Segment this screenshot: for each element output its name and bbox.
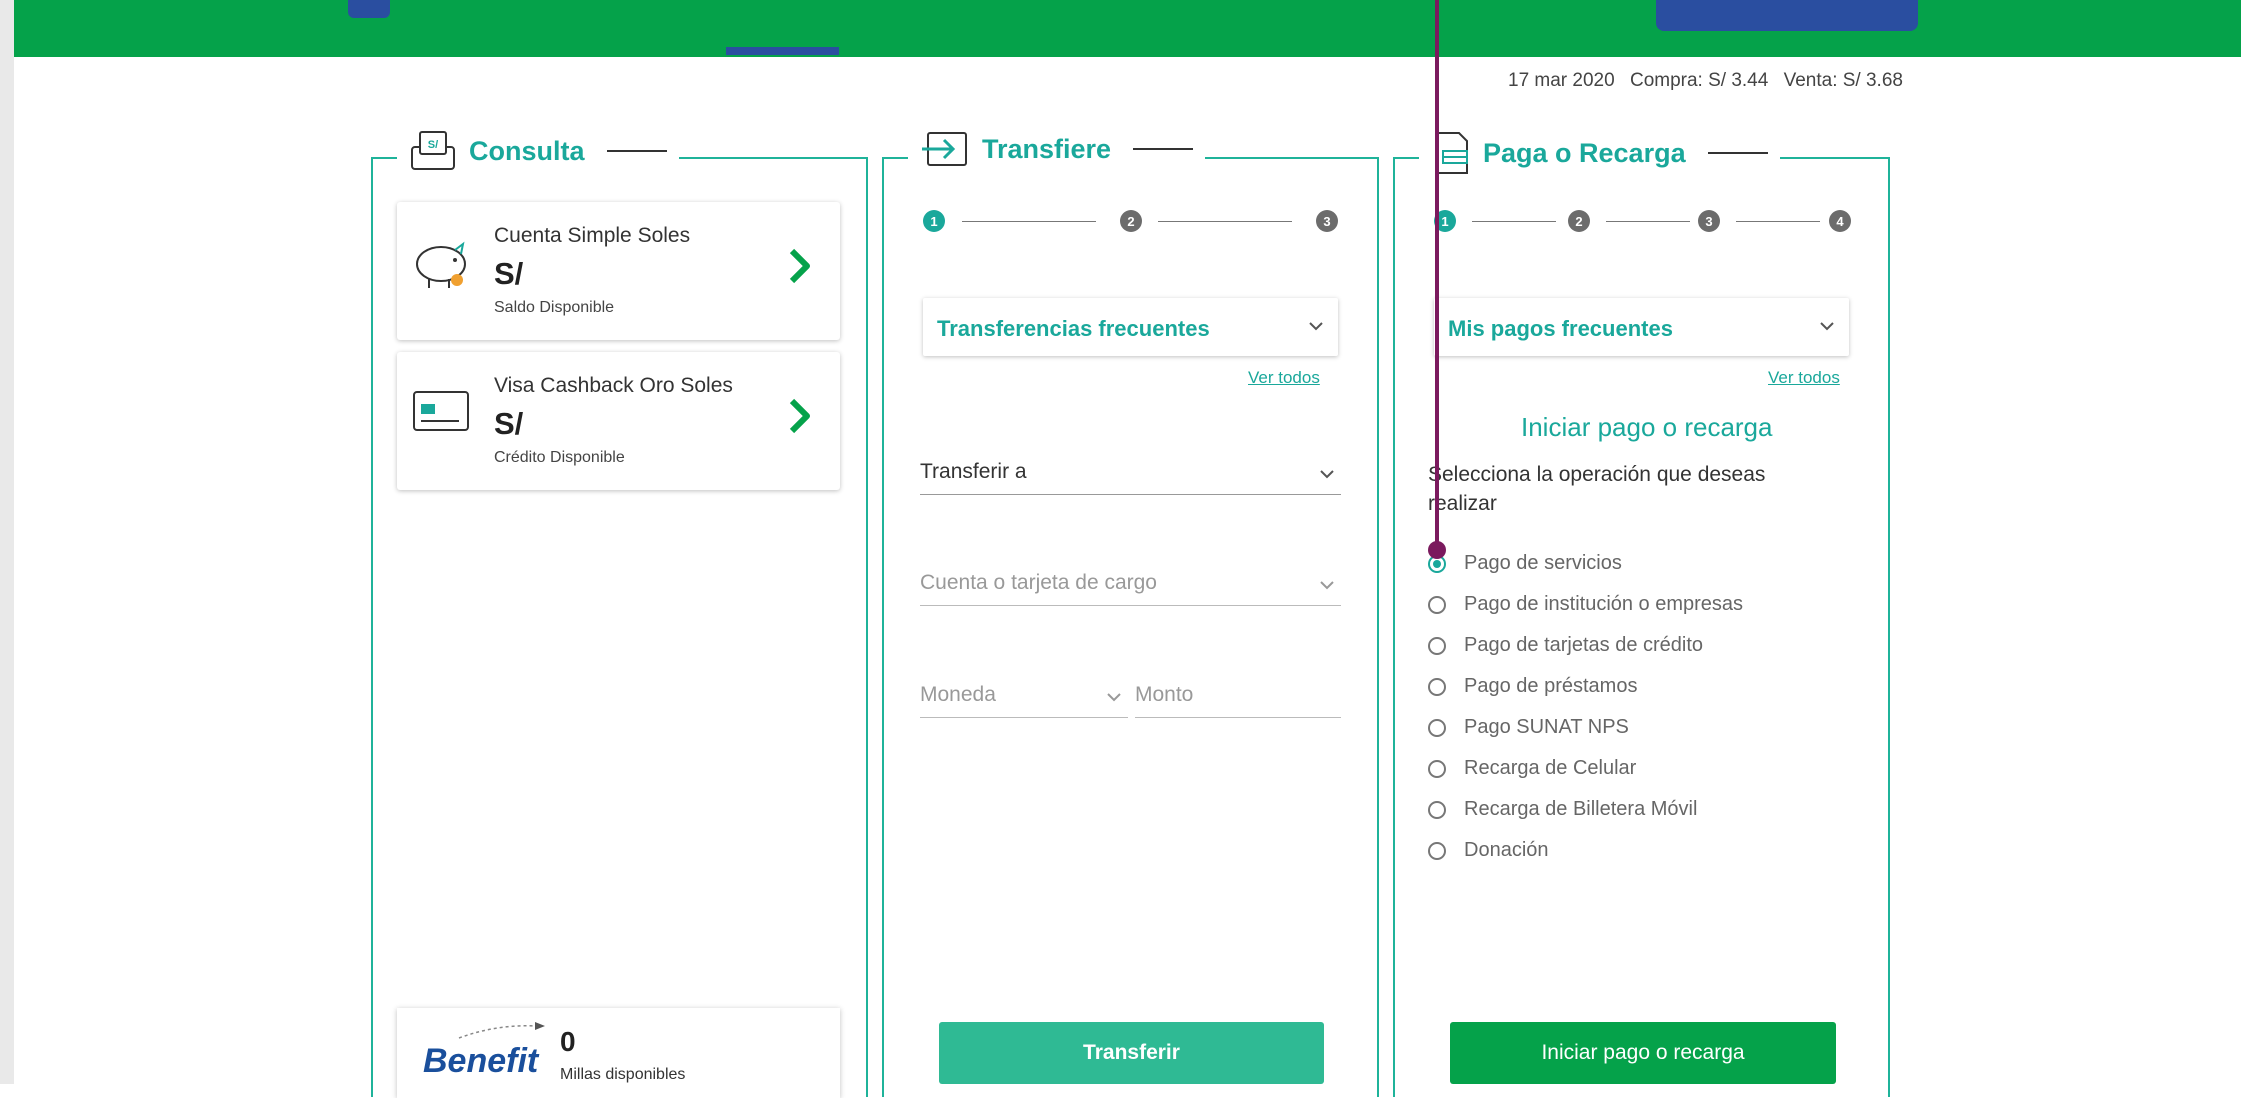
radio-option-sunat[interactable]: Pago SUNAT NPS (1428, 716, 1629, 739)
payment-instruction: Selecciona la operación que deseas reali… (1428, 463, 1766, 515)
select-label: Transferencias frecuentes (937, 316, 1210, 341)
radio-option-donacion[interactable]: Donación (1428, 839, 1549, 862)
transferir-button[interactable]: Transferir (939, 1022, 1324, 1084)
radio-label: Recarga de Celular (1464, 757, 1637, 779)
payment-step-2: 2 (1568, 210, 1590, 232)
transfer-ver-todos-link[interactable]: Ver todos (1248, 368, 1320, 388)
account-card-visa-cashback[interactable]: Visa Cashback Oro Soles S/ Crédito Dispo… (397, 352, 840, 490)
iniciar-pago-button[interactable]: Iniciar pago o recarga (1450, 1022, 1836, 1084)
moneda-select[interactable]: Moneda (920, 677, 1128, 718)
rates-compra: Compra: S/ 3.44 (1629, 70, 1769, 91)
radio-label: Pago de servicios (1464, 552, 1622, 574)
radio-button[interactable] (1428, 800, 1446, 819)
radio-label: Donación (1464, 839, 1549, 861)
transferir-a-select[interactable]: Transferir a (920, 454, 1341, 495)
monto-input[interactable]: Monto (1135, 677, 1341, 718)
chevron-down-icon (1320, 470, 1334, 479)
radio-button[interactable] (1428, 841, 1446, 860)
step-connector (1606, 221, 1690, 222)
cuenta-cargo-select[interactable]: Cuenta o tarjeta de cargo (920, 565, 1341, 606)
radio-button[interactable] (1428, 759, 1446, 778)
account-card-cuenta-simple[interactable]: Cuenta Simple Soles S/ Saldo Disponible (397, 202, 840, 340)
frequent-transfers-select[interactable]: Transferencias frecuentes (923, 298, 1338, 356)
account-balance-label: Saldo Disponible (494, 299, 615, 316)
radio-option-prestamos[interactable]: Pago de préstamos (1428, 675, 1637, 698)
field-placeholder: Monto (1135, 683, 1194, 706)
radio-option-pago-servicios[interactable]: Pago de servicios (1428, 552, 1622, 575)
radio-label: Recarga de Billetera Móvil (1464, 798, 1698, 820)
title-divider (606, 150, 667, 152)
radio-option-tarjetas[interactable]: Pago de tarjetas de crédito (1428, 634, 1703, 657)
chevron-right-icon[interactable] (787, 396, 813, 436)
account-credit-label: Crédito Disponible (494, 449, 625, 466)
title-divider (1133, 148, 1194, 150)
title-divider (1707, 152, 1768, 154)
credit-card-icon (413, 391, 469, 431)
active-tab-indicator (726, 47, 839, 55)
transfer-step-2: 2 (1120, 210, 1142, 232)
transfiere-title: Transfiere (908, 129, 1206, 169)
exchange-rates: 17 mar 2020 Compra: S/ 3.44 Venta: S/ 3.… (1508, 70, 1903, 92)
radio-label: Pago de tarjetas de crédito (1464, 634, 1704, 656)
transfer-step-3: 3 (1316, 210, 1338, 232)
rates-venta: Venta: S/ 3.68 (1783, 70, 1903, 91)
account-amount: S/ (494, 256, 524, 291)
piggy-bank-icon (416, 241, 466, 288)
plane-trail-icon (458, 1022, 545, 1039)
radio-label: Pago SUNAT NPS (1464, 716, 1629, 738)
benefit-logo: Benefit (423, 1042, 539, 1080)
transfer-step-1: 1 (923, 210, 945, 232)
miles-label: Millas disponibles (560, 1066, 686, 1083)
account-name: Cuenta Simple Soles (494, 224, 691, 247)
select-label: Mis pagos frecuentes (1448, 316, 1673, 341)
account-name: Visa Cashback Oro Soles (494, 374, 733, 397)
radio-button[interactable] (1428, 595, 1446, 614)
step-connector (1736, 221, 1820, 222)
benefit-miles-card[interactable]: Benefit 0 Millas disponibles (397, 1008, 840, 1098)
radio-option-celular[interactable]: Recarga de Celular (1428, 757, 1636, 780)
field-placeholder: Moneda (920, 683, 996, 706)
step-connector (962, 221, 1096, 222)
radio-label: Pago de institución o empresas (1464, 593, 1744, 615)
transfiere-title-text: Transfiere (982, 133, 1112, 164)
chevron-right-icon[interactable] (787, 246, 813, 286)
transfer-arrow-icon (922, 132, 967, 166)
radio-button[interactable] (1428, 636, 1446, 655)
radio-option-institucion[interactable]: Pago de institución o empresas (1428, 593, 1743, 616)
svg-text:S/: S/ (428, 139, 438, 151)
miles-count: 0 (560, 1026, 576, 1057)
chevron-down-icon (1309, 322, 1323, 331)
radio-label: Pago de préstamos (1464, 675, 1638, 697)
radio-button[interactable] (1428, 677, 1446, 696)
payment-heading: Iniciar pago o recarga (1521, 412, 1773, 442)
field-placeholder: Cuenta o tarjeta de cargo (920, 571, 1157, 594)
step-connector (1158, 221, 1292, 222)
payment-step-3: 3 (1698, 210, 1720, 232)
consulta-title: S/ Consulta (397, 129, 679, 173)
page-edge (0, 0, 14, 1084)
consulta-title-text: Consulta (469, 135, 585, 166)
annotation-pointer-dot (1428, 541, 1446, 559)
top-action-button[interactable] (1656, 0, 1918, 31)
frequent-payments-select[interactable]: Mis pagos frecuentes (1434, 298, 1849, 356)
wallet-icon: S/ (411, 131, 455, 170)
rates-date: 17 mar 2020 (1508, 70, 1615, 91)
account-amount: S/ (494, 406, 524, 441)
paga-title: Paga o Recarga (1419, 129, 1780, 177)
chevron-down-icon (1320, 581, 1334, 590)
field-label: Transferir a (920, 460, 1027, 483)
paga-title-text: Paga o Recarga (1483, 137, 1686, 168)
nav-item-indicator[interactable] (348, 0, 390, 18)
radio-option-billetera[interactable]: Recarga de Billetera Móvil (1428, 798, 1697, 821)
step-connector (1472, 221, 1556, 222)
payment-step-4: 4 (1829, 210, 1851, 232)
radio-button[interactable] (1428, 718, 1446, 737)
annotation-pointer-line (1435, 0, 1439, 548)
chevron-down-icon (1820, 322, 1834, 331)
payment-ver-todos-link[interactable]: Ver todos (1768, 368, 1840, 388)
chevron-down-icon (1107, 693, 1121, 702)
